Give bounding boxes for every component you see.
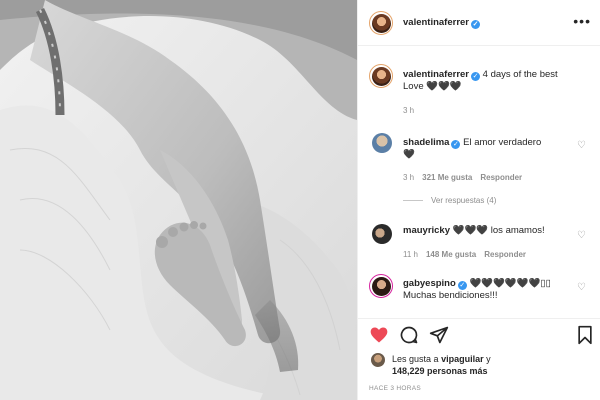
likes-suffix: y [486, 354, 491, 364]
comment-like-heart-icon[interactable]: ♡ [577, 140, 586, 151]
caption-text-block: valentinaferrer ✓ 4 days of the best Love… [403, 69, 588, 93]
liker-username[interactable]: vipaguilar [441, 354, 484, 364]
comment-text: 🖤🖤🖤🖤🖤🖤▯▯ [469, 278, 551, 289]
comment-meta: 11 h 148 Me gusta Responder [403, 250, 526, 259]
verified-badge-icon: ✓ [457, 281, 467, 290]
baby-feet-photo-illustration [0, 0, 357, 400]
comment-username[interactable]: mauyricky [403, 225, 450, 236]
comment-like-heart-icon[interactable]: ♡ [577, 282, 586, 293]
comment-text-line2: Muchas bendiciones!!! [403, 290, 498, 301]
comment-time: 11 h [403, 250, 418, 259]
comment-bubble-icon[interactable] [399, 325, 419, 347]
view-replies-button[interactable]: Ver respuestas (4) [403, 196, 496, 205]
caption-time: 3 h [403, 106, 415, 115]
share-paper-plane-icon[interactable] [429, 325, 449, 347]
comment-reply-button[interactable]: Responder [480, 173, 522, 182]
verified-badge-icon: ✓ [471, 20, 481, 29]
author-username-text[interactable]: valentinaferrer [403, 17, 469, 28]
comment-text: El amor verdadero [463, 137, 542, 148]
verified-badge-icon: ✓ [451, 140, 461, 149]
likes-count[interactable]: 148,229 personas más [392, 366, 488, 376]
comment-username[interactable]: shadelima [403, 137, 449, 148]
likes-prefix: Les gusta a [392, 354, 439, 364]
comment-time: 3 h [403, 173, 415, 182]
author-username[interactable]: valentinaferrer ✓ [403, 17, 481, 29]
comment-username[interactable]: gabyespino [403, 278, 456, 289]
comment-likes-count[interactable]: 148 Me gusta [426, 250, 476, 259]
save-bookmark-icon[interactable] [577, 325, 593, 347]
post-actions-bar: Les gusta a vipaguilar y 148,229 persona… [358, 318, 600, 400]
caption-text-line2: Love 🖤🖤🖤 [403, 81, 462, 92]
comment-text-block: gabyespino ✓ 🖤🖤🖤🖤🖤🖤▯▯ Muchas bendiciones!… [403, 278, 578, 302]
comment-likes-count[interactable]: 321 Me gusta [422, 173, 472, 182]
caption-text: 4 days of the best [482, 69, 558, 80]
more-options-icon[interactable]: ••• [573, 13, 591, 29]
likes-summary: Les gusta a vipaguilar y 148,229 persona… [392, 353, 592, 377]
comment-avatar[interactable] [372, 133, 392, 153]
comment-meta: 3 h 321 Me gusta Responder [403, 173, 522, 182]
like-heart-icon[interactable] [369, 325, 389, 347]
comment-text-block: mauyricky 🖤🖤🖤 los amamos! [403, 225, 578, 237]
caption-avatar[interactable] [369, 64, 393, 88]
post-photo[interactable] [0, 0, 357, 400]
post-timestamp[interactable]: HACE 3 HORAS [369, 385, 421, 392]
verified-badge-icon: ✓ [471, 72, 481, 81]
caption-username[interactable]: valentinaferrer [403, 69, 469, 80]
post-details-panel: valentinaferrer ✓ ••• valentinaferrer ✓ 4 … [357, 0, 600, 400]
comment-avatar[interactable] [369, 274, 393, 298]
comment-reply-button[interactable]: Responder [484, 250, 526, 259]
view-replies-label[interactable]: Ver respuestas (4) [431, 196, 496, 205]
liker-avatar[interactable] [371, 353, 385, 367]
post-header: valentinaferrer ✓ ••• [358, 0, 600, 46]
author-avatar[interactable] [369, 11, 393, 35]
comment-text: 🖤🖤🖤 los amamos! [452, 225, 545, 236]
comment-like-heart-icon[interactable]: ♡ [577, 230, 586, 241]
comment-text-block: shadelima ✓ El amor verdadero 🖤 [403, 137, 578, 161]
comment-avatar[interactable] [372, 224, 392, 244]
comment-text-line2: 🖤 [403, 149, 415, 160]
